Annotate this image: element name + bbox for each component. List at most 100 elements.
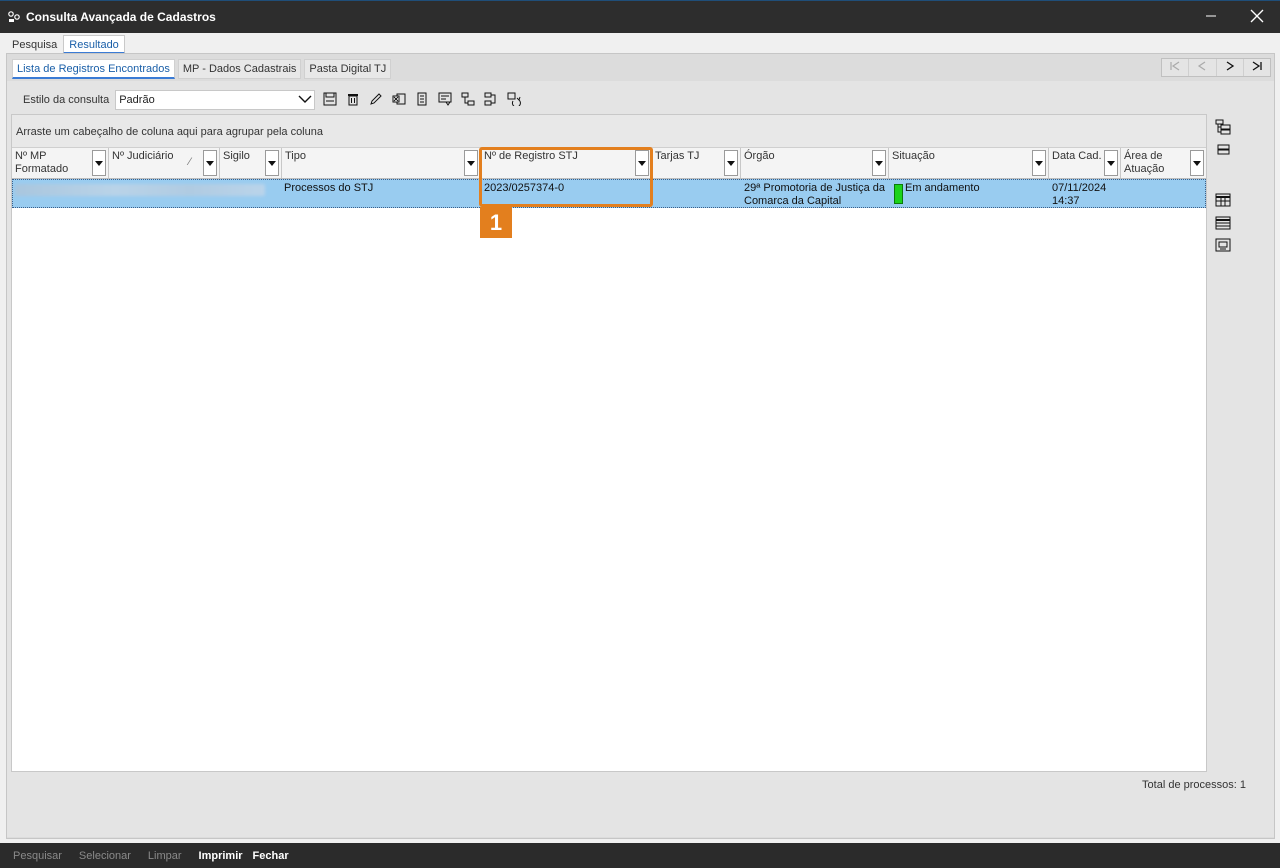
close-button[interactable] (1234, 1, 1280, 34)
annotation-highlight-box (479, 147, 653, 207)
total-processes: Total de processos: 1 (1142, 779, 1246, 791)
delete-icon (346, 92, 360, 109)
cell-situacao: Em andamento (905, 182, 980, 194)
close-icon (1250, 9, 1264, 26)
column-header-label: Sigilo (223, 150, 250, 162)
previous-record-button[interactable] (1189, 59, 1217, 76)
tree-export-button[interactable] (480, 90, 501, 110)
records-list-panel: Estilo da consulta Padrão Arraste um cab… (7, 81, 1274, 837)
next-record-button[interactable] (1217, 59, 1244, 76)
column-header-label: Nº MP Formatado (15, 150, 69, 175)
column-header-tipo[interactable]: Tipo (282, 148, 481, 178)
column-header-area-atuacao[interactable]: Área de Atuação (1121, 148, 1206, 178)
document-button[interactable] (411, 90, 432, 110)
column-header-data-cad[interactable]: Data Cad. (1049, 148, 1121, 178)
last-record-button[interactable] (1244, 59, 1270, 76)
status-indicator (894, 184, 903, 204)
report-icon (438, 92, 452, 109)
minimize-icon (1205, 10, 1217, 25)
column-header-njudiciario[interactable]: Nº Judiciário ⁄ (109, 148, 220, 178)
first-record-button[interactable] (1162, 59, 1190, 76)
cell-tipo: Processos do STJ (284, 182, 374, 194)
group-by-area[interactable]: Arraste um cabeçalho de coluna aqui para… (12, 115, 1206, 148)
query-style-value: Padrão (119, 94, 155, 106)
column-filter-dropdown[interactable] (724, 150, 738, 176)
column-filter-dropdown[interactable] (872, 150, 886, 176)
limpar-button[interactable]: Limpar (148, 850, 182, 862)
cell-data-cad: 07/11/2024 14:37 (1052, 182, 1107, 207)
column-header-orgao[interactable]: Órgão (741, 148, 889, 178)
column-header-label: Tarjas TJ (655, 150, 700, 162)
list-view-button[interactable] (1212, 214, 1234, 234)
table-grid-icon (1215, 193, 1231, 210)
collapse-button[interactable] (1212, 141, 1234, 161)
list-view-icon (1215, 216, 1231, 233)
app-logo-icon (7, 10, 21, 24)
main-client-area: Pesquisa Resultado Lista de Registros En… (0, 33, 1280, 843)
edit-button[interactable] (365, 90, 386, 110)
export-excel-icon (392, 92, 406, 109)
tab-pasta-digital-tj[interactable]: Pasta Digital TJ (304, 59, 392, 79)
print-preview-icon (1215, 238, 1231, 255)
tree-export-icon (484, 92, 498, 109)
group-tree-button[interactable] (1212, 118, 1234, 138)
sort-icon: ⁄ (189, 156, 191, 168)
column-header-tarjas-tj[interactable]: Tarjas TJ (652, 148, 741, 178)
document-icon (415, 92, 429, 109)
query-style-select[interactable]: Padrão (115, 90, 316, 110)
group-tree-icon (1215, 119, 1231, 138)
column-header-label: Nº Judiciário (112, 150, 174, 162)
tab-lista-registros[interactable]: Lista de Registros Encontrados (12, 59, 175, 79)
tree-report-icon (461, 92, 475, 109)
query-style-toolbar: Estilo da consulta Padrão (17, 90, 524, 110)
record-navigator (1161, 58, 1271, 77)
column-filter-dropdown[interactable] (1104, 150, 1118, 176)
save-button[interactable] (319, 90, 340, 110)
column-filter-dropdown[interactable] (265, 150, 279, 176)
query-style-label: Estilo da consulta (23, 94, 110, 106)
bottom-action-bar: Pesquisar Selecionar Limpar Imprimir Fec… (0, 843, 1280, 868)
report-button[interactable] (434, 90, 455, 110)
window-title: Consulta Avançada de Cadastros (26, 10, 216, 24)
refresh-button[interactable] (503, 90, 524, 110)
export-excel-button[interactable] (388, 90, 409, 110)
next-icon (1224, 60, 1236, 75)
column-header-nmp[interactable]: Nº MP Formatado (12, 148, 109, 178)
print-preview-button[interactable] (1212, 236, 1234, 256)
delete-button[interactable] (342, 90, 363, 110)
sub-tabs: Lista de Registros Encontrados MP - Dado… (12, 59, 392, 79)
column-filter-dropdown[interactable] (464, 150, 478, 176)
minimize-button[interactable] (1188, 1, 1234, 34)
fechar-button[interactable]: Fechar (253, 850, 289, 862)
toolbar-icons (319, 90, 524, 110)
column-filter-dropdown[interactable] (92, 150, 106, 176)
previous-icon (1196, 60, 1208, 75)
column-filter-dropdown[interactable] (1190, 150, 1204, 176)
selecionar-button[interactable]: Selecionar (79, 850, 131, 862)
save-icon (323, 92, 337, 109)
column-header-label: Tipo (285, 150, 306, 162)
column-header-situacao[interactable]: Situação (889, 148, 1049, 178)
top-tabs: Pesquisa Resultado (6, 35, 125, 54)
tab-mp-dados-cadastrais[interactable]: MP - Dados Cadastrais (177, 59, 302, 79)
first-icon (1169, 60, 1181, 75)
tree-report-button[interactable] (457, 90, 478, 110)
tab-resultado[interactable]: Resultado (63, 35, 125, 54)
chevron-down-icon (298, 94, 312, 107)
column-header-sigilo[interactable]: Sigilo (220, 148, 282, 178)
tab-pesquisa[interactable]: Pesquisa (6, 35, 64, 54)
column-filter-dropdown[interactable] (1032, 150, 1046, 176)
title-bar: Consulta Avançada de Cadastros (0, 0, 1280, 33)
column-header-label: Situação (892, 150, 935, 162)
column-header-label: Órgão (744, 150, 775, 162)
edit-icon (369, 92, 383, 109)
result-panel: Lista de Registros Encontrados MP - Dado… (6, 53, 1275, 839)
column-filter-dropdown[interactable] (203, 150, 217, 176)
imprimir-button[interactable]: Imprimir (199, 850, 243, 862)
pesquisar-button[interactable]: Pesquisar (13, 850, 62, 862)
refresh-icon (507, 92, 521, 109)
table-grid-button[interactable] (1212, 191, 1234, 211)
collapse-icon (1215, 143, 1231, 160)
column-header-label: Área de Atuação (1124, 150, 1165, 175)
results-grid: Arraste um cabeçalho de coluna aqui para… (11, 114, 1207, 772)
